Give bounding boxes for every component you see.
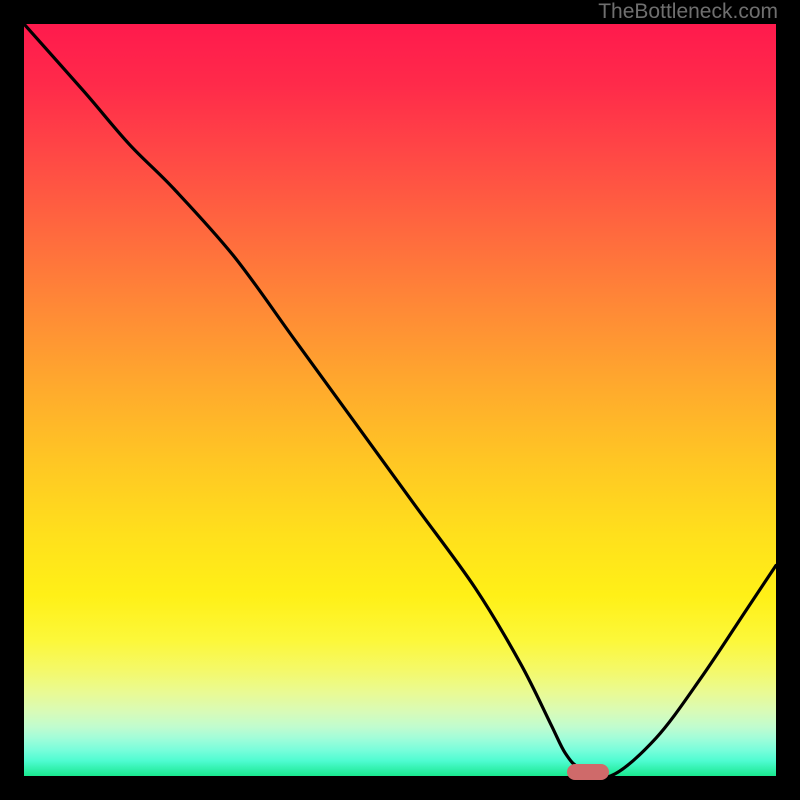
plot-area	[24, 24, 776, 776]
chart-frame: TheBottleneck.com	[0, 0, 800, 800]
watermark-text: TheBottleneck.com	[598, 0, 778, 24]
gradient-background	[24, 24, 776, 776]
